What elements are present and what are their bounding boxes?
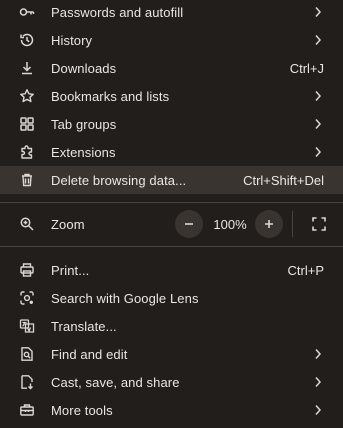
chevron-right-icon xyxy=(313,118,323,130)
menu-item-label: Find and edit xyxy=(51,346,128,362)
menu-divider xyxy=(0,202,343,203)
menu-item-label: Passwords and autofill xyxy=(51,4,184,20)
menu-item-label: Tab groups xyxy=(51,116,117,132)
menu-item-shortcut: Ctrl+P xyxy=(287,262,324,278)
toolbox-icon xyxy=(19,402,35,418)
chevron-right-icon xyxy=(313,6,323,18)
tab-groups-icon xyxy=(19,116,35,132)
fullscreen-icon xyxy=(312,217,326,231)
star-icon xyxy=(19,88,35,104)
plus-icon xyxy=(265,220,273,228)
lens-icon xyxy=(19,290,35,306)
menu-item-shortcut: Ctrl+J xyxy=(289,60,324,76)
chevron-right-icon xyxy=(313,404,323,416)
menu-item-label: Translate... xyxy=(51,318,117,334)
zoom-out-button[interactable] xyxy=(175,210,203,238)
menu-item-passwords-autofill[interactable]: Passwords and autofill xyxy=(0,0,343,26)
zoom-label: Zoom xyxy=(51,216,85,232)
menu-item-label: Downloads xyxy=(51,60,117,76)
menu-item-label: Delete browsing data... xyxy=(51,172,187,188)
menu-item-extensions[interactable]: Extensions xyxy=(0,138,343,166)
key-icon xyxy=(19,4,35,20)
menu-item-search-google-lens[interactable]: Search with Google Lens xyxy=(0,284,343,312)
zoom-row: Zoom 100% xyxy=(0,210,343,238)
translate-icon xyxy=(19,318,35,334)
chevron-right-icon xyxy=(313,34,323,46)
browser-main-menu: Passwords and autofill History Downloads… xyxy=(0,0,343,428)
menu-item-shortcut: Ctrl+Shift+Del xyxy=(243,172,324,188)
menu-item-delete-browsing-data[interactable]: Delete browsing data... Ctrl+Shift+Del xyxy=(0,166,343,194)
menu-item-print[interactable]: Print... Ctrl+P xyxy=(0,256,343,284)
zoom-icon xyxy=(19,216,35,232)
chevron-right-icon xyxy=(313,376,323,388)
menu-item-label: Extensions xyxy=(51,144,116,160)
menu-item-label: Cast, save, and share xyxy=(51,374,180,390)
fullscreen-button[interactable] xyxy=(307,212,331,236)
puzzle-icon xyxy=(19,144,35,160)
minus-icon xyxy=(185,223,193,225)
chevron-right-icon xyxy=(313,348,323,360)
history-icon xyxy=(19,32,35,48)
menu-item-cast-save-share[interactable]: Cast, save, and share xyxy=(0,368,343,396)
menu-divider xyxy=(0,246,343,247)
trash-icon xyxy=(19,172,35,188)
menu-item-history[interactable]: History xyxy=(0,26,343,54)
find-icon xyxy=(19,346,35,362)
menu-item-translate[interactable]: Translate... xyxy=(0,312,343,340)
menu-item-label: History xyxy=(51,32,93,48)
menu-item-bookmarks-lists[interactable]: Bookmarks and lists xyxy=(0,82,343,110)
menu-item-tab-groups[interactable]: Tab groups xyxy=(0,110,343,138)
menu-item-find-and-edit[interactable]: Find and edit xyxy=(0,340,343,368)
chevron-right-icon xyxy=(313,146,323,158)
menu-item-label: More tools xyxy=(51,402,113,418)
zoom-in-button[interactable] xyxy=(255,210,283,238)
chevron-right-icon xyxy=(313,90,323,102)
printer-icon xyxy=(19,262,35,278)
menu-item-more-tools[interactable]: More tools xyxy=(0,396,343,424)
zoom-separator xyxy=(292,211,293,237)
menu-item-downloads[interactable]: Downloads Ctrl+J xyxy=(0,54,343,82)
zoom-value: 100% xyxy=(213,216,247,232)
menu-item-label: Print... xyxy=(51,262,90,278)
menu-item-label: Search with Google Lens xyxy=(51,290,199,306)
menu-item-label: Bookmarks and lists xyxy=(51,88,170,104)
cast-save-icon xyxy=(19,374,35,390)
download-icon xyxy=(19,60,35,76)
